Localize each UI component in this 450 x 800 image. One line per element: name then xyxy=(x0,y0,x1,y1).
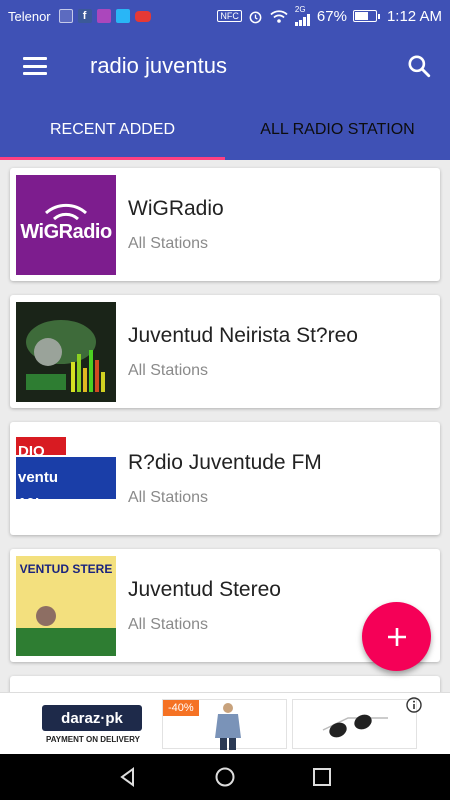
system-nav-bar xyxy=(0,754,450,800)
alarm-icon xyxy=(249,11,262,23)
app-toolbar: radio juventus xyxy=(0,32,450,100)
station-logo-text: VENTUD STERE xyxy=(19,561,113,576)
tab-recent-added[interactable]: RECENT ADDED xyxy=(0,100,225,160)
hamburger-menu-icon[interactable] xyxy=(23,57,47,75)
station-logo: DIO ventu 10! xyxy=(16,428,116,529)
battery-icon xyxy=(352,10,380,22)
wifi-icon xyxy=(270,9,288,23)
ad-product-shirt[interactable]: -40% xyxy=(162,699,287,750)
ad-banner[interactable]: daraz·pk PAYMENT ON DELIVERY -40% xyxy=(0,692,450,754)
sunglasses-image xyxy=(322,714,388,738)
ad-product-sunglasses[interactable] xyxy=(292,699,417,749)
station-logo-text: DIO ventu 10! xyxy=(18,442,59,512)
station-category: All Stations xyxy=(128,615,209,633)
nfc-icon: NFC xyxy=(217,10,242,22)
search-icon[interactable] xyxy=(406,53,432,79)
app-title: radio juventus xyxy=(90,53,227,78)
facebook-icon: f xyxy=(77,9,92,23)
recents-icon[interactable] xyxy=(311,766,333,788)
back-icon[interactable] xyxy=(117,766,139,788)
ad-tagline: PAYMENT ON DELIVERY xyxy=(46,735,140,744)
station-category: All Stations xyxy=(128,234,209,252)
tab-bar: RECENT ADDED ALL RADIO STATION xyxy=(0,100,450,160)
notification-icons: f xyxy=(58,9,151,23)
ad-brand-logo: daraz·pk xyxy=(42,705,142,731)
station-category: All Stations xyxy=(128,488,209,506)
shirt-model-image xyxy=(215,703,241,750)
station-name: Juventud Stereo xyxy=(128,577,281,601)
youtube-icon xyxy=(134,10,151,22)
station-logo-text: WiGRadio xyxy=(20,220,112,243)
station-card-radio-juventude[interactable]: DIO ventu 10! R?dio Juventude FM All Sta… xyxy=(10,422,440,535)
station-logo: VENTUD STERE xyxy=(16,555,116,656)
network-type: 2G xyxy=(294,5,306,14)
ad-brand-block[interactable]: daraz·pk PAYMENT ON DELIVERY xyxy=(28,697,158,751)
battery-percent: 67% xyxy=(316,7,347,25)
station-name: Juventud Neirista St?reo xyxy=(128,323,358,347)
station-name: R?dio Juventude FM xyxy=(128,450,322,474)
signal-icon xyxy=(294,14,310,26)
add-station-button[interactable] xyxy=(362,602,431,671)
station-card-partial[interactable] xyxy=(10,676,440,692)
home-icon[interactable] xyxy=(214,766,236,788)
station-category: All Stations xyxy=(128,361,209,379)
station-logo xyxy=(16,301,116,402)
sim-icon xyxy=(58,9,73,23)
download-icon xyxy=(115,9,130,23)
station-card-wigradio[interactable]: WiGRadio WiGRadio All Stations xyxy=(10,168,440,281)
tab-all-radio-station[interactable]: ALL RADIO STATION xyxy=(225,100,450,160)
plus-icon xyxy=(387,627,406,646)
info-icon[interactable] xyxy=(406,697,422,713)
station-name: WiGRadio xyxy=(128,196,224,220)
gallery-icon xyxy=(96,9,111,23)
station-logo: WiGRadio xyxy=(16,174,116,275)
station-card-juventud-neirista[interactable]: Juventud Neirista St?reo All Stations xyxy=(10,295,440,408)
battery-level xyxy=(354,12,368,20)
clock: 1:12 AM xyxy=(386,7,442,25)
carrier-label: Telenor xyxy=(8,8,51,24)
status-bar: Telenor f NFC 2G 67% 1:12 AM xyxy=(0,0,450,32)
